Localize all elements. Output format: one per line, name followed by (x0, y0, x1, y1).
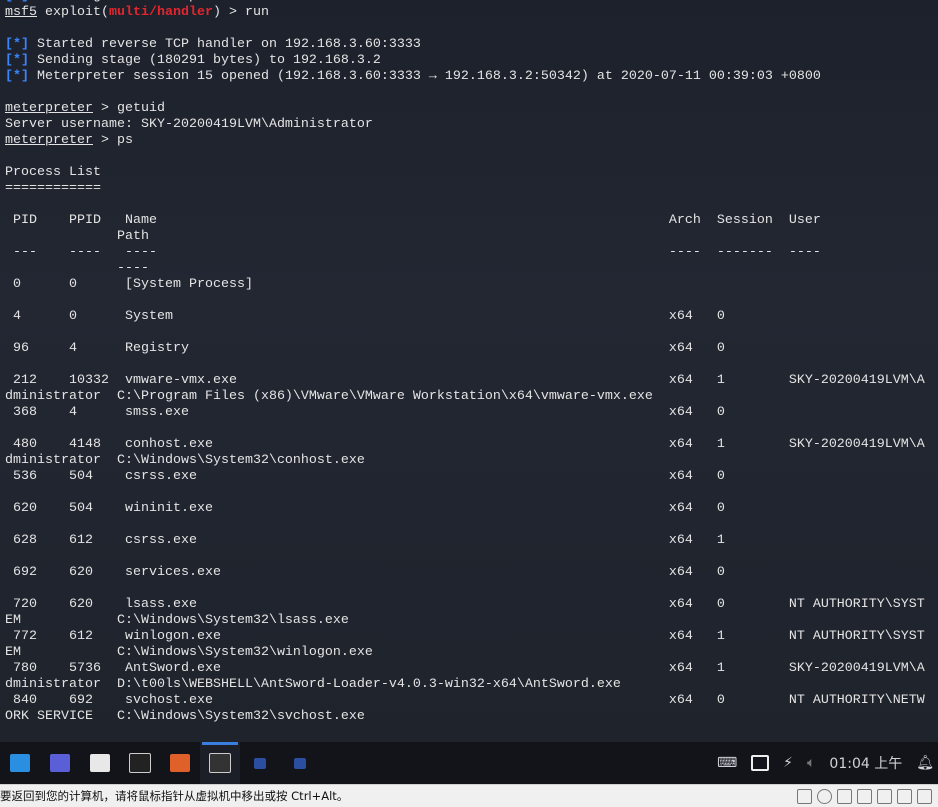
process-row-path (5, 325, 925, 341)
clock[interactable]: 01:04 上午 (829, 753, 902, 773)
process-row: 620 504 wininit.exe x64 0 (5, 501, 925, 517)
process-row-path: EM C:\Windows\System32\winlogon.exe (5, 645, 925, 661)
sound-icon[interactable] (897, 789, 912, 804)
terminal-line: [*] Meterpreter session 15 opened (192.1… (5, 69, 925, 85)
table-header-rule: --- ---- ---- ---- ------- ---- (5, 245, 925, 261)
message-icon[interactable] (917, 789, 932, 804)
process-row: 0 0 [System Process] (5, 277, 925, 293)
terminal-line: Process List (5, 165, 925, 181)
terminal-line: ============ (5, 181, 925, 197)
taskbar: ⌨ ⚡ 🔈︎ 01:04 上午 🔔︎ (0, 742, 938, 784)
table-header: Path (5, 229, 925, 245)
process-row: 780 5736 AntSword.exe x64 1 SKY-20200419… (5, 661, 925, 677)
network-adapter-2-icon[interactable] (857, 789, 872, 804)
process-row: 692 620 services.exe x64 0 (5, 565, 925, 581)
process-row: 212 10332 vmware-vmx.exe x64 1 SKY-20200… (5, 373, 925, 389)
process-row: 840 692 svchost.exe x64 0 NT AUTHORITY\N… (5, 693, 925, 709)
desktop-icon (50, 754, 70, 772)
terminal-output: [*] Shutting down Meterpreter...msf5 exp… (5, 0, 925, 725)
window-2-icon (294, 758, 306, 769)
terminal-line: Server username: SKY-20200419LVM\Adminis… (5, 117, 925, 133)
firefox-icon (170, 754, 190, 772)
terminal-active-icon (209, 753, 231, 773)
terminal-line: meterpreter > getuid (5, 101, 925, 117)
process-row-path: dministrator C:\Windows\System32\conhost… (5, 453, 925, 469)
process-row-path (5, 357, 925, 373)
process-row-path: EM C:\Windows\System32\lsass.exe (5, 613, 925, 629)
table-header: PID PPID Name Arch Session User (5, 213, 925, 229)
terminal-window[interactable]: [*] Shutting down Meterpreter...msf5 exp… (0, 0, 938, 742)
notification-bell-icon[interactable]: 🔔︎ (916, 755, 934, 771)
taskbar-window-2[interactable] (280, 742, 320, 784)
taskbar-kali-menu[interactable] (0, 742, 40, 784)
network-icon[interactable] (751, 755, 769, 771)
terminal-line (5, 197, 925, 213)
keyboard-icon[interactable]: ⌨ (717, 755, 737, 771)
kali-menu-icon (10, 754, 30, 772)
printer-icon[interactable] (877, 789, 892, 804)
terminal-line: msf5 exploit(multi/handler) > run (5, 5, 925, 21)
terminal-line (5, 85, 925, 101)
volume-icon[interactable]: 🔈︎ (807, 755, 815, 771)
terminal-line (5, 149, 925, 165)
process-row-path (5, 421, 925, 437)
terminal-icon (129, 753, 151, 773)
terminal-line: [*] Sending stage (180291 bytes) to 192.… (5, 53, 925, 69)
process-row-path: ORK SERVICE C:\Windows\System32\svchost.… (5, 709, 925, 725)
file-manager-icon (90, 754, 110, 772)
status-message: 要返回到您的计算机，请将鼠标指针从虚拟机中移出或按 Ctrl+Alt。 (0, 788, 348, 804)
window-1-icon (254, 758, 266, 769)
process-row-path (5, 581, 925, 597)
terminal-line: meterpreter > ps (5, 133, 925, 149)
terminal-line (5, 21, 925, 37)
process-row-path (5, 549, 925, 565)
process-row-path: dministrator C:\Program Files (x86)\VMwa… (5, 389, 925, 405)
process-row: 772 612 winlogon.exe x64 1 NT AUTHORITY\… (5, 629, 925, 645)
process-row-path: dministrator D:\t00ls\WEBSHELL\AntSword-… (5, 677, 925, 693)
process-row: 368 4 smss.exe x64 0 (5, 405, 925, 421)
power-icon[interactable]: ⚡ (783, 755, 793, 771)
table-header-rule: ---- (5, 261, 925, 277)
process-row: 4 0 System x64 0 (5, 309, 925, 325)
process-row: 720 620 lsass.exe x64 0 NT AUTHORITY\SYS… (5, 597, 925, 613)
process-row: 480 4148 conhost.exe x64 1 SKY-20200419L… (5, 437, 925, 453)
system-tray: ⌨ ⚡ 🔈︎ 01:04 上午 🔔︎ (717, 753, 938, 773)
process-row: 96 4 Registry x64 0 (5, 341, 925, 357)
process-row: 536 504 csrss.exe x64 0 (5, 469, 925, 485)
taskbar-window-1[interactable] (240, 742, 280, 784)
taskbar-desktop[interactable] (40, 742, 80, 784)
process-row: 628 612 csrss.exe x64 1 (5, 533, 925, 549)
taskbar-firefox[interactable] (160, 742, 200, 784)
process-row-path (5, 293, 925, 309)
network-adapter-icon[interactable] (837, 789, 852, 804)
cd-icon[interactable] (817, 789, 832, 804)
hdd-icon[interactable] (797, 789, 812, 804)
taskbar-file-manager[interactable] (80, 742, 120, 784)
vm-status-bar: 要返回到您的计算机，请将鼠标指针从虚拟机中移出或按 Ctrl+Alt。 (0, 784, 938, 807)
terminal-line: [*] Started reverse TCP handler on 192.1… (5, 37, 925, 53)
taskbar-terminal[interactable] (120, 742, 160, 784)
taskbar-terminal-active[interactable] (200, 742, 240, 784)
process-row-path (5, 485, 925, 501)
process-row-path (5, 517, 925, 533)
